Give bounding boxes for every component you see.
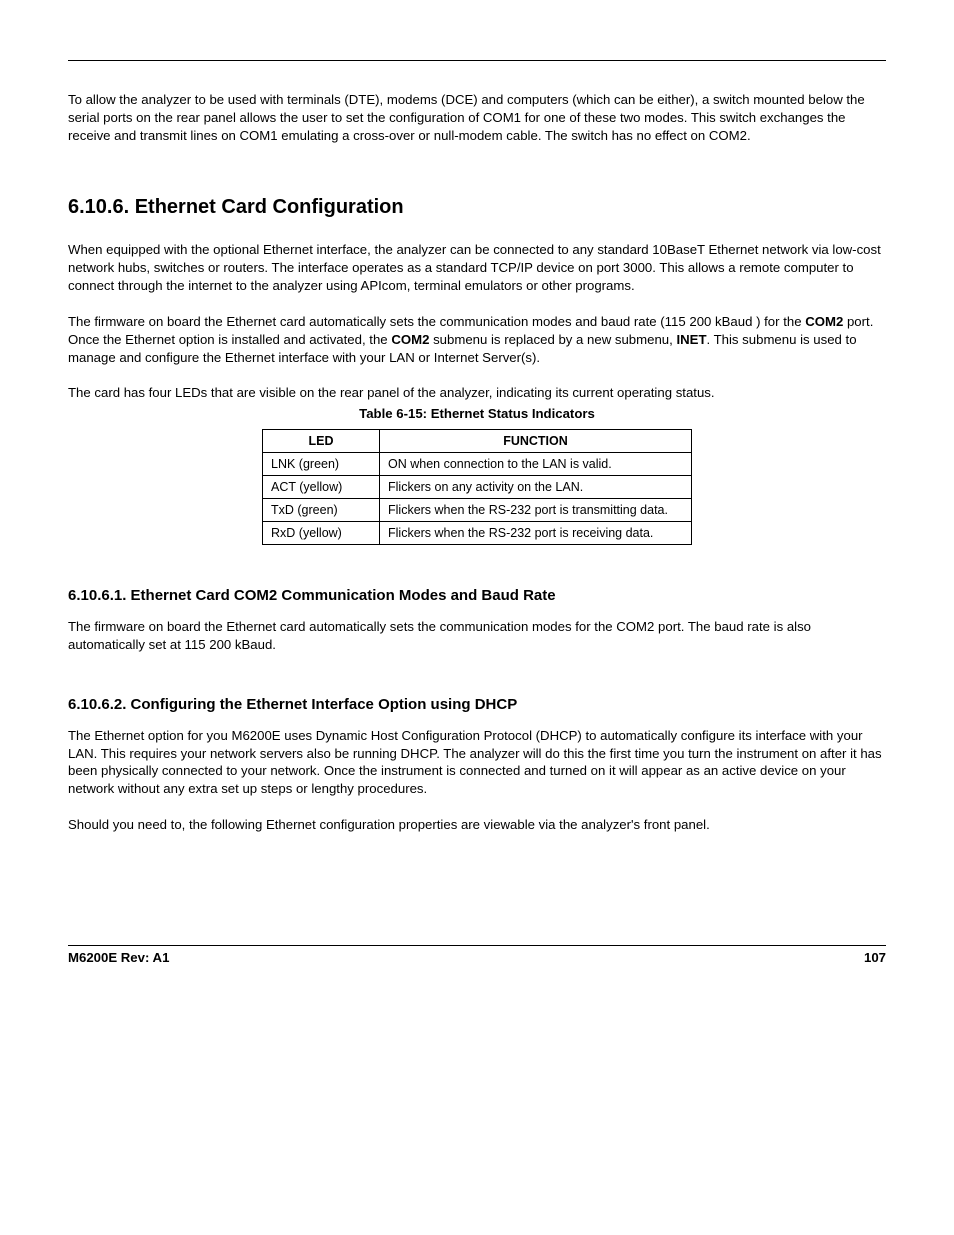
cell-led: TxD (green) — [263, 499, 380, 522]
th-function: FUNCTION — [380, 430, 692, 453]
footer-right: 107 — [864, 950, 886, 965]
table-row: LNK (green) ON when connection to the LA… — [263, 453, 692, 476]
p2-text-e: submenu is replaced by a new submenu, — [429, 332, 676, 347]
cell-fn: Flickers on any activity on the LAN. — [380, 476, 692, 499]
footer-left: M6200E Rev: A1 — [68, 950, 169, 965]
table-row: RxD (yellow) Flickers when the RS-232 po… — [263, 522, 692, 545]
paragraph-5: The Ethernet option for you M6200E uses … — [68, 727, 886, 798]
heading-dhcp: 6.10.6.2. Configuring the Ethernet Inter… — [68, 696, 886, 713]
table-caption: Table 6-15: Ethernet Status Indicators — [68, 406, 886, 421]
p2-bold-com2-a: COM2 — [805, 314, 843, 329]
table-header-row: LED FUNCTION — [263, 430, 692, 453]
cell-fn: Flickers when the RS-232 port is transmi… — [380, 499, 692, 522]
p2-text-a: The firmware on board the Ethernet card … — [68, 314, 805, 329]
intro-paragraph: To allow the analyzer to be used with te… — [68, 91, 886, 144]
heading-com2-modes: 6.10.6.1. Ethernet Card COM2 Communicati… — [68, 587, 886, 604]
cell-led: RxD (yellow) — [263, 522, 380, 545]
paragraph-4: The firmware on board the Ethernet card … — [68, 618, 886, 654]
paragraph-3: The card has four LEDs that are visible … — [68, 384, 886, 402]
paragraph-6: Should you need to, the following Ethern… — [68, 816, 886, 834]
cell-led: LNK (green) — [263, 453, 380, 476]
top-rule — [68, 60, 886, 61]
th-led: LED — [263, 430, 380, 453]
cell-fn: Flickers when the RS-232 port is receivi… — [380, 522, 692, 545]
paragraph-1: When equipped with the optional Ethernet… — [68, 241, 886, 294]
table-row: ACT (yellow) Flickers on any activity on… — [263, 476, 692, 499]
ethernet-status-table: LED FUNCTION LNK (green) ON when connect… — [262, 429, 692, 545]
page-footer: M6200E Rev: A1 107 — [68, 945, 886, 965]
paragraph-2: The firmware on board the Ethernet card … — [68, 313, 886, 366]
p2-bold-inet: INET — [676, 332, 706, 347]
cell-fn: ON when connection to the LAN is valid. — [380, 453, 692, 476]
heading-ethernet-card-configuration: 6.10.6. Ethernet Card Configuration — [68, 196, 886, 219]
page: To allow the analyzer to be used with te… — [0, 0, 954, 1235]
table-row: TxD (green) Flickers when the RS-232 por… — [263, 499, 692, 522]
p2-bold-com2-b: COM2 — [391, 332, 429, 347]
cell-led: ACT (yellow) — [263, 476, 380, 499]
